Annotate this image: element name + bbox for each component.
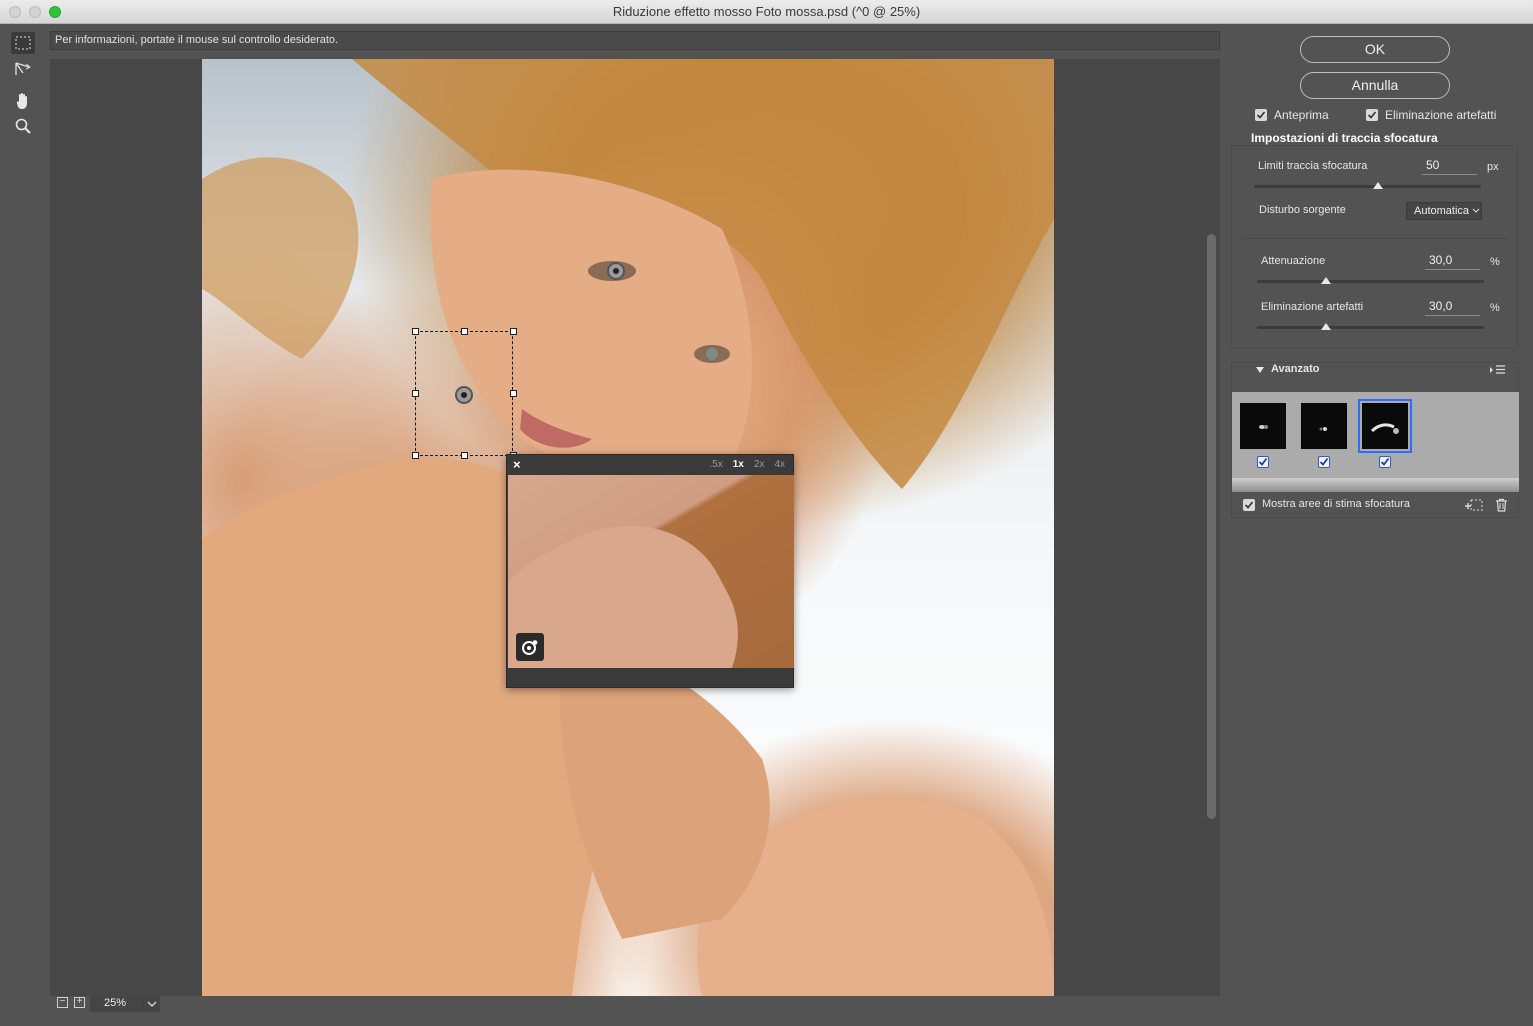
- smoothing-unit: %: [1490, 256, 1500, 268]
- panel-menu-icon[interactable]: [1490, 365, 1506, 374]
- source-noise-select[interactable]: Automatica: [1406, 202, 1482, 220]
- zoom-bar: − + 25%: [50, 996, 1220, 1012]
- resize-handle[interactable]: [461, 452, 468, 459]
- magnifier-icon: [15, 118, 31, 134]
- source-noise-label: Disturbo sorgente: [1259, 204, 1346, 216]
- title-bar: Riduzione effetto mosso Foto mossa.psd (…: [0, 0, 1533, 24]
- cancel-button[interactable]: Annulla: [1300, 72, 1450, 99]
- loupe-image[interactable]: [508, 475, 794, 668]
- loupe-zoom-2x[interactable]: 2x: [754, 459, 765, 470]
- blur-trace-input[interactable]: 50: [1422, 158, 1477, 175]
- resize-handle[interactable]: [412, 390, 419, 397]
- blur-kernel-graphic: [1370, 423, 1399, 434]
- tool-panel: [0, 24, 48, 1026]
- checkmark-icon: [1258, 457, 1268, 466]
- preview-label: Anteprima: [1274, 108, 1329, 122]
- region-center-pin[interactable]: [455, 386, 473, 404]
- advanced-title: Avanzato: [1271, 363, 1320, 375]
- blur-trace-strip-footer: [1232, 478, 1519, 492]
- blur-direction-tool[interactable]: [11, 58, 35, 80]
- artifact-suppression-unit: %: [1490, 302, 1500, 314]
- checkmark-icon: [1256, 111, 1266, 119]
- zoom-in-button[interactable]: +: [74, 997, 85, 1008]
- smoothing-slider[interactable]: [1257, 280, 1484, 283]
- artifact-suppression-label: Eliminazione artefatti: [1261, 301, 1364, 313]
- checkmark-icon: [1244, 501, 1254, 509]
- artifact-suppression-slider-thumb[interactable]: [1321, 323, 1331, 330]
- show-regions-checkbox[interactable]: [1243, 499, 1255, 511]
- blur-trace-thumbnail[interactable]: [1301, 403, 1347, 449]
- disclosure-triangle-icon[interactable]: [1255, 366, 1265, 374]
- resize-handle[interactable]: [412, 328, 419, 335]
- checkmark-icon: [1380, 457, 1390, 466]
- chevron-down-icon: [147, 1001, 157, 1007]
- trash-icon[interactable]: [1495, 498, 1508, 512]
- chevron-down-icon: [1472, 208, 1480, 213]
- add-region-icon[interactable]: [1464, 498, 1484, 512]
- preview-checkbox[interactable]: [1255, 109, 1267, 121]
- zoom-tool[interactable]: [11, 115, 35, 137]
- smoothing-label: Attenuazione: [1261, 255, 1326, 267]
- info-bar: Per informazioni, portate il mouse sul c…: [50, 31, 1220, 50]
- resize-handle[interactable]: [510, 390, 517, 397]
- show-regions-label: Mostra aree di stima sfocatura: [1262, 498, 1410, 510]
- ok-button[interactable]: OK: [1300, 36, 1450, 63]
- blur-trace-checkbox[interactable]: [1257, 456, 1269, 468]
- blur-trace-settings-group: [1231, 145, 1518, 348]
- close-icon[interactable]: ×: [513, 457, 521, 472]
- resize-handle[interactable]: [510, 328, 517, 335]
- loupe-zoom-4x[interactable]: 4x: [774, 459, 785, 470]
- blur-trace-unit: px: [1487, 161, 1499, 173]
- artifact-suppression-slider[interactable]: [1257, 326, 1484, 329]
- blur-trace-thumbnail[interactable]: [1240, 403, 1286, 449]
- blur-estimation-tool[interactable]: [11, 32, 35, 54]
- settings-group-title: Impostazioni di traccia sfocatura: [1247, 131, 1442, 145]
- zoom-out-button[interactable]: −: [57, 997, 68, 1008]
- resize-handle[interactable]: [461, 328, 468, 335]
- blur-trace-checkbox[interactable]: [1379, 456, 1391, 468]
- loupe-zoom-1x[interactable]: 1x: [733, 459, 744, 470]
- loupe-zoom-half[interactable]: .5x: [709, 459, 722, 470]
- detail-loupe[interactable]: × .5x 1x 2x 4x: [506, 454, 794, 688]
- blur-trace-thumbnail-selected[interactable]: [1358, 399, 1412, 453]
- checkmark-icon: [1319, 457, 1329, 466]
- blur-trace-label: Limiti traccia sfocatura: [1258, 160, 1368, 172]
- artifact-label: Eliminazione artefatti: [1385, 108, 1497, 122]
- checkmark-icon: [1367, 111, 1377, 119]
- target-gear-icon: [522, 640, 538, 655]
- smoothing-input[interactable]: 30,0: [1425, 253, 1480, 270]
- loupe-header: × .5x 1x 2x 4x: [507, 455, 793, 475]
- blur-kernel-graphic: [1319, 427, 1327, 431]
- artifact-checkbox[interactable]: [1366, 109, 1378, 121]
- hand-tool[interactable]: [11, 90, 35, 112]
- resize-handle[interactable]: [412, 452, 419, 459]
- settings-divider: [1243, 238, 1508, 239]
- zoom-dropdown[interactable]: [142, 997, 160, 1010]
- enhance-at-loupe-button[interactable]: [516, 633, 544, 661]
- direction-arrow-icon: [15, 62, 31, 75]
- blur-trace-checkbox[interactable]: [1318, 456, 1330, 468]
- smoothing-slider-thumb[interactable]: [1321, 277, 1331, 284]
- loupe-zoom-options: .5x 1x 2x 4x: [709, 459, 785, 470]
- artifact-suppression-input[interactable]: 30,0: [1425, 299, 1480, 316]
- blur-kernel-graphic: [1259, 425, 1268, 429]
- blur-trace-slider[interactable]: [1254, 185, 1481, 188]
- loupe-target-pin[interactable]: [607, 262, 625, 280]
- vertical-scrollbar[interactable]: [1207, 234, 1216, 819]
- source-noise-value: Automatica: [1414, 205, 1470, 217]
- marquee-icon: [15, 36, 31, 50]
- blur-trace-slider-thumb[interactable]: [1373, 182, 1383, 189]
- hand-icon: [16, 93, 27, 109]
- window-title: Riduzione effetto mosso Foto mossa.psd (…: [612, 4, 921, 19]
